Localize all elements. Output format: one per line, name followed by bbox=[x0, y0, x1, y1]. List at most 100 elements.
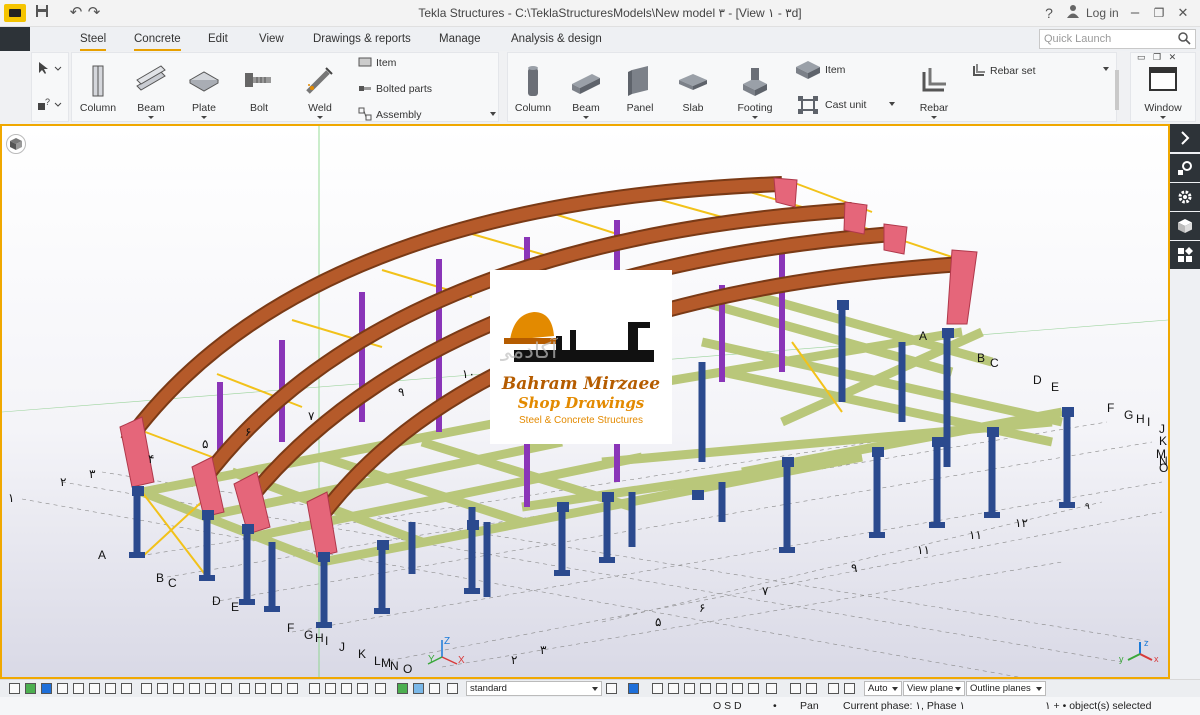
side-panel-expand-button[interactable] bbox=[1170, 124, 1200, 152]
selection-filter-select[interactable]: standard bbox=[466, 681, 602, 696]
concrete-beam-button[interactable]: Beam bbox=[558, 58, 614, 122]
steel-beam-button[interactable]: Beam bbox=[123, 58, 179, 122]
select-welds-icon[interactable] bbox=[73, 683, 84, 694]
tab-concrete[interactable]: Concrete bbox=[134, 27, 181, 51]
tab-analysis-design[interactable]: Analysis & design bbox=[511, 27, 602, 51]
chevron-down-icon[interactable] bbox=[931, 116, 937, 119]
depth-mode-select[interactable]: Auto bbox=[864, 681, 902, 696]
model-viewport[interactable]: A B C D E F G H I J K L M N O A B C D E … bbox=[0, 124, 1170, 679]
snap-extension-icon[interactable] bbox=[732, 683, 743, 694]
tab-drawings-reports[interactable]: Drawings & reports bbox=[313, 27, 411, 51]
steel-column-button[interactable]: Column bbox=[70, 58, 126, 122]
select-components-icon[interactable] bbox=[105, 683, 116, 694]
chevron-down-icon[interactable] bbox=[148, 116, 154, 119]
snap-center-icon[interactable] bbox=[668, 683, 679, 694]
select-assemblies-icon[interactable] bbox=[57, 683, 68, 694]
minimize-icon[interactable]: – bbox=[1128, 4, 1142, 22]
plane-select[interactable]: View plane bbox=[903, 681, 965, 696]
snap-free-icon[interactable] bbox=[790, 683, 801, 694]
select-reference-icon[interactable] bbox=[189, 683, 200, 694]
help-icon[interactable]: ? bbox=[1042, 4, 1056, 22]
phase-status[interactable]: Current phase: ۱, Phase ۱ bbox=[843, 700, 965, 712]
snap-mode-c-icon[interactable] bbox=[413, 683, 424, 694]
tab-view[interactable]: View bbox=[259, 27, 284, 51]
chevron-down-icon[interactable] bbox=[752, 116, 758, 119]
side-catalog-button[interactable] bbox=[1170, 212, 1200, 240]
select-all-icon[interactable] bbox=[9, 683, 20, 694]
snap-mode-b-icon[interactable] bbox=[397, 683, 408, 694]
footing-button[interactable]: Footing bbox=[727, 58, 783, 122]
chevron-down-icon[interactable] bbox=[490, 112, 496, 116]
rebar-icon bbox=[922, 68, 946, 92]
snap-on-line-icon[interactable] bbox=[766, 683, 777, 694]
snap-plane-icon[interactable] bbox=[844, 683, 855, 694]
snap-mode-d-icon[interactable] bbox=[429, 683, 440, 694]
quick-launch-input[interactable]: Quick Launch bbox=[1039, 29, 1196, 49]
close-icon[interactable]: ✕ bbox=[1176, 4, 1190, 22]
snap-line-icon[interactable] bbox=[357, 683, 368, 694]
save-icon[interactable] bbox=[34, 4, 50, 22]
select-parts-icon[interactable] bbox=[25, 683, 36, 694]
select-points-icon[interactable] bbox=[141, 683, 152, 694]
snap-ref-lines-icon[interactable] bbox=[309, 683, 320, 694]
chevron-down-icon[interactable] bbox=[1160, 116, 1166, 119]
snap-end-icon[interactable] bbox=[652, 683, 663, 694]
select-views-icon[interactable] bbox=[221, 683, 232, 694]
snap-any-icon[interactable] bbox=[748, 683, 759, 694]
tekla-logo-icon[interactable] bbox=[4, 4, 26, 22]
snap-nearest-icon[interactable] bbox=[341, 683, 352, 694]
select-lines-icon[interactable] bbox=[89, 683, 100, 694]
snap-mode-a-icon[interactable] bbox=[375, 683, 386, 694]
undo-icon[interactable]: ↶ bbox=[68, 4, 84, 22]
chevron-down-icon[interactable] bbox=[201, 116, 207, 119]
snap-perpendicular-icon[interactable] bbox=[716, 683, 727, 694]
chevron-down-icon[interactable] bbox=[583, 116, 589, 119]
snap-depth-icon[interactable] bbox=[828, 683, 839, 694]
select-surface-icon[interactable] bbox=[255, 683, 266, 694]
select-switch-icon[interactable] bbox=[628, 683, 639, 694]
bolt-button[interactable]: Bolt bbox=[231, 58, 287, 122]
rebar-button[interactable]: Rebar bbox=[906, 58, 962, 122]
select-planes-icon[interactable] bbox=[205, 683, 216, 694]
filter-settings-icon[interactable] bbox=[606, 683, 617, 694]
tab-steel[interactable]: Steel bbox=[80, 27, 107, 51]
chevron-down-icon[interactable] bbox=[889, 102, 895, 106]
svg-text:?: ? bbox=[45, 97, 50, 107]
window-button[interactable]: Window bbox=[1135, 58, 1191, 122]
chevron-down-icon[interactable] bbox=[317, 116, 323, 119]
weld-button[interactable]: Weld bbox=[292, 58, 348, 122]
select-bolts-icon[interactable] bbox=[173, 683, 184, 694]
select-arrow-icon[interactable] bbox=[36, 61, 62, 75]
outline-planes-select[interactable]: Outline planes bbox=[966, 681, 1046, 696]
column-icon bbox=[92, 65, 104, 97]
select-rebar-icon[interactable] bbox=[239, 683, 250, 694]
select-filter-icon[interactable]: ? bbox=[36, 97, 62, 111]
login-link[interactable]: Log in bbox=[1086, 6, 1119, 20]
snap-geometry-icon[interactable] bbox=[325, 683, 336, 694]
select-pour-icon[interactable] bbox=[271, 683, 282, 694]
plate-button[interactable]: Plate bbox=[176, 58, 232, 122]
select-objects-icon[interactable] bbox=[41, 683, 52, 694]
side-settings-button[interactable] bbox=[1170, 183, 1200, 211]
tab-manage[interactable]: Manage bbox=[439, 27, 481, 51]
redo-icon[interactable]: ↷ bbox=[86, 4, 102, 22]
snap-mode-e-icon[interactable] bbox=[447, 683, 458, 694]
snap-intersection-icon[interactable] bbox=[700, 683, 711, 694]
concrete-column-button[interactable]: Column bbox=[505, 58, 561, 122]
snap-midpoint-icon[interactable] bbox=[684, 683, 695, 694]
tab-edit[interactable]: Edit bbox=[208, 27, 228, 51]
select-grids-icon[interactable] bbox=[121, 683, 132, 694]
ribbon-scrollbar[interactable] bbox=[1115, 70, 1119, 110]
side-property-button[interactable] bbox=[1170, 154, 1200, 182]
select-cut-icon[interactable] bbox=[157, 683, 168, 694]
view-cube-icon[interactable] bbox=[6, 134, 26, 154]
user-icon[interactable] bbox=[1066, 4, 1080, 22]
search-icon[interactable] bbox=[1177, 31, 1191, 45]
side-applications-button[interactable] bbox=[1170, 241, 1200, 269]
select-loads-icon[interactable] bbox=[287, 683, 298, 694]
snap-ortho-icon[interactable] bbox=[806, 683, 817, 694]
chevron-down-icon[interactable] bbox=[1103, 67, 1109, 71]
slab-button[interactable]: Slab bbox=[665, 58, 721, 122]
panel-button[interactable]: Panel bbox=[612, 58, 668, 122]
restore-icon[interactable]: ❐ bbox=[1152, 4, 1166, 22]
